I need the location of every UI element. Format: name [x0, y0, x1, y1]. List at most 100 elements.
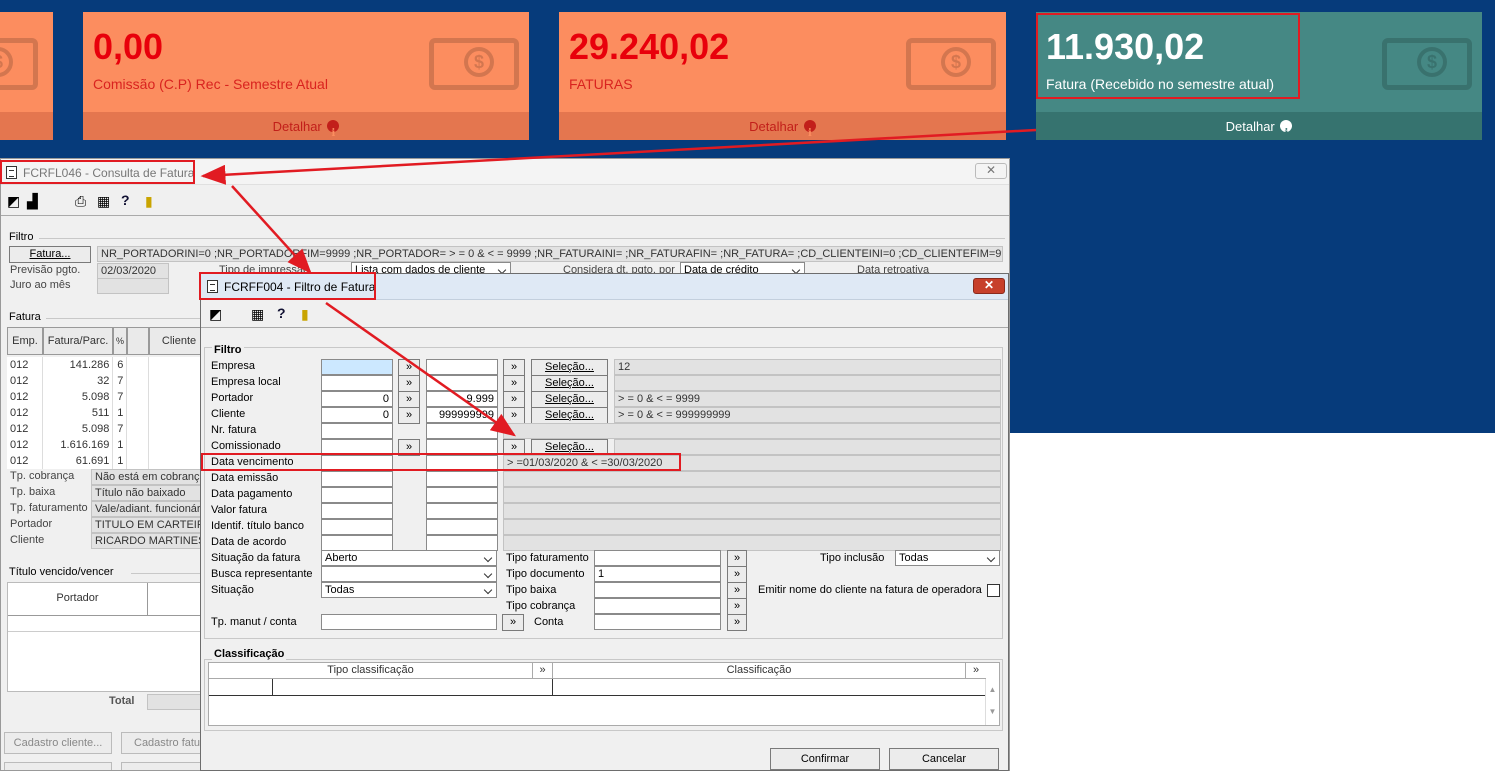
to-arrow-button[interactable]: » — [503, 375, 525, 392]
filter-from-field[interactable] — [321, 375, 393, 391]
filter-from-field[interactable]: 0 — [321, 407, 393, 423]
table-row[interactable]: 012 32 7 — [7, 373, 207, 389]
detalhar-link[interactable]: Detalhar — [83, 112, 529, 140]
cancelar-button[interactable]: Cancelar — [889, 748, 999, 770]
selecao-button[interactable]: Seleção... — [531, 391, 608, 408]
detalhar-link[interactable]: Detalhar — [1036, 112, 1482, 140]
filter-from-field[interactable] — [321, 535, 393, 551]
from-arrow-button[interactable]: » — [398, 391, 420, 408]
column-header-emp[interactable]: Emp. — [7, 327, 43, 355]
tipo-baixa-arrow-button[interactable]: » — [727, 582, 747, 599]
from-arrow-button[interactable]: » — [398, 407, 420, 424]
selecao-button[interactable]: Seleção... — [531, 359, 608, 376]
column-header-percent[interactable]: % — [113, 327, 127, 355]
help-icon[interactable]: ? — [277, 305, 286, 321]
classificacao-arrow-button[interactable]: » — [966, 663, 986, 679]
table-row[interactable]: 012 5.098 7 — [7, 389, 207, 405]
filter-from-field[interactable] — [321, 471, 393, 487]
tp-manut-arrow-button[interactable]: » — [502, 614, 524, 631]
cell[interactable] — [209, 679, 273, 695]
to-arrow-button[interactable]: » — [503, 359, 525, 376]
filter-row-label: Empresa local — [211, 376, 281, 388]
tipo-faturamento-field[interactable] — [594, 550, 721, 566]
filter-from-field[interactable] — [321, 423, 393, 439]
filter-to-field[interactable] — [426, 423, 498, 439]
tipo-cobranca-arrow-button[interactable]: » — [727, 598, 747, 615]
to-arrow-button[interactable]: » — [503, 407, 525, 424]
filter-summary — [503, 519, 1001, 535]
juro-label: Juro ao mês — [10, 279, 71, 291]
from-arrow-button[interactable]: » — [398, 359, 420, 376]
cadastro-fatura-button[interactable]: Cadastro fatu — [121, 732, 209, 754]
filter-to-field[interactable] — [426, 487, 498, 503]
to-arrow-button[interactable]: » — [503, 391, 525, 408]
kpi-card-comissao: 0,00 Comissão (C.P) Rec - Semestre Atual… — [83, 12, 529, 140]
filter-to-field[interactable] — [426, 375, 498, 391]
fatura-button[interactable]: Fatura... — [9, 246, 91, 263]
table-row[interactable]: 012 1.616.169 1 — [7, 437, 207, 453]
conta-arrow-button[interactable]: » — [727, 614, 747, 631]
table-row[interactable]: 012 141.286 6 — [7, 357, 207, 373]
cadastro-cliente-button[interactable]: Cadastro cliente... — [4, 732, 112, 754]
previsao-field[interactable]: 02/03/2020 — [97, 263, 169, 279]
money-icon — [1382, 38, 1472, 90]
calendar-icon[interactable]: ▦ — [97, 193, 110, 210]
export-icon[interactable]: ◩ — [209, 306, 222, 323]
selecao-button[interactable]: Seleção... — [531, 375, 608, 392]
table-row[interactable]: 012 61.691 1 — [7, 453, 207, 469]
column-header-portador[interactable]: Portador — [8, 583, 148, 615]
column-header-tipo-classificacao[interactable]: Tipo classificação — [209, 663, 533, 679]
help-icon[interactable]: ? — [121, 192, 130, 208]
filter-from-field[interactable] — [321, 359, 393, 375]
tipo-classificacao-arrow-button[interactable]: » — [533, 663, 553, 679]
tipo-faturamento-arrow-button[interactable]: » — [727, 550, 747, 567]
column-header-fatura[interactable]: Fatura/Parc. — [43, 327, 113, 355]
confirmar-button[interactable]: Confirmar — [770, 748, 880, 770]
cell[interactable] — [273, 679, 553, 695]
detail-value: Título não baixado — [91, 485, 207, 501]
filter-from-field[interactable] — [321, 503, 393, 519]
filter-to-field[interactable]: 999999999 — [426, 407, 498, 423]
filter-from-field[interactable]: 0 — [321, 391, 393, 407]
tipo-baixa-field[interactable] — [594, 582, 721, 598]
filter-to-field[interactable] — [426, 503, 498, 519]
filter-to-field[interactable] — [426, 519, 498, 535]
filter-to-field[interactable] — [426, 471, 498, 487]
extra-button[interactable] — [4, 762, 112, 770]
busca-representante-select[interactable] — [321, 566, 497, 582]
table-row[interactable]: 012 5.098 7 — [7, 421, 207, 437]
close-icon[interactable]: ✕ — [975, 163, 1007, 179]
situacao-fatura-select[interactable]: Aberto — [321, 550, 497, 566]
kpi-card-detail-bar[interactable] — [0, 112, 53, 140]
filter-to-field[interactable]: 9.999 — [426, 391, 498, 407]
column-header-classificacao[interactable]: Classificação — [553, 663, 966, 679]
selecao-button[interactable]: Seleção... — [531, 407, 608, 424]
filter-from-field[interactable] — [321, 487, 393, 503]
tipo-inclusao-select[interactable]: Todas — [895, 550, 1000, 566]
export-icon[interactable]: ◩ — [7, 193, 20, 210]
calendar-icon[interactable]: ▦ — [251, 306, 264, 323]
scrollbar[interactable]: ▲ ▼ — [985, 679, 999, 725]
tipo-documento-field[interactable]: 1 — [594, 566, 721, 582]
tp-manut-field[interactable] — [321, 614, 497, 630]
from-arrow-button[interactable]: » — [398, 375, 420, 392]
tipo-documento-arrow-button[interactable]: » — [727, 566, 747, 583]
juro-field[interactable] — [97, 278, 169, 294]
table-row[interactable]: 012 511 1 — [7, 405, 207, 421]
exit-icon[interactable]: ▮ — [145, 193, 153, 210]
detalhar-link[interactable]: Detalhar — [559, 112, 1006, 140]
emitir-nome-checkbox[interactable] — [987, 584, 1000, 597]
column-header-blank[interactable] — [127, 327, 149, 355]
conta-field[interactable] — [594, 614, 721, 630]
copy-icon[interactable]: ▟ — [27, 193, 38, 210]
situacao-select[interactable]: Todas — [321, 582, 497, 598]
filter-to-field[interactable] — [426, 535, 498, 551]
filter-to-field[interactable] — [426, 359, 498, 375]
extra-button[interactable] — [121, 762, 209, 770]
classificacao-row[interactable] — [209, 679, 986, 696]
print-icon[interactable]: ⎙ — [75, 193, 86, 210]
tipo-cobranca-field[interactable] — [594, 598, 721, 614]
filter-from-field[interactable] — [321, 519, 393, 535]
close-icon[interactable]: ✕ — [973, 278, 1005, 294]
exit-icon[interactable]: ▮ — [301, 306, 309, 323]
